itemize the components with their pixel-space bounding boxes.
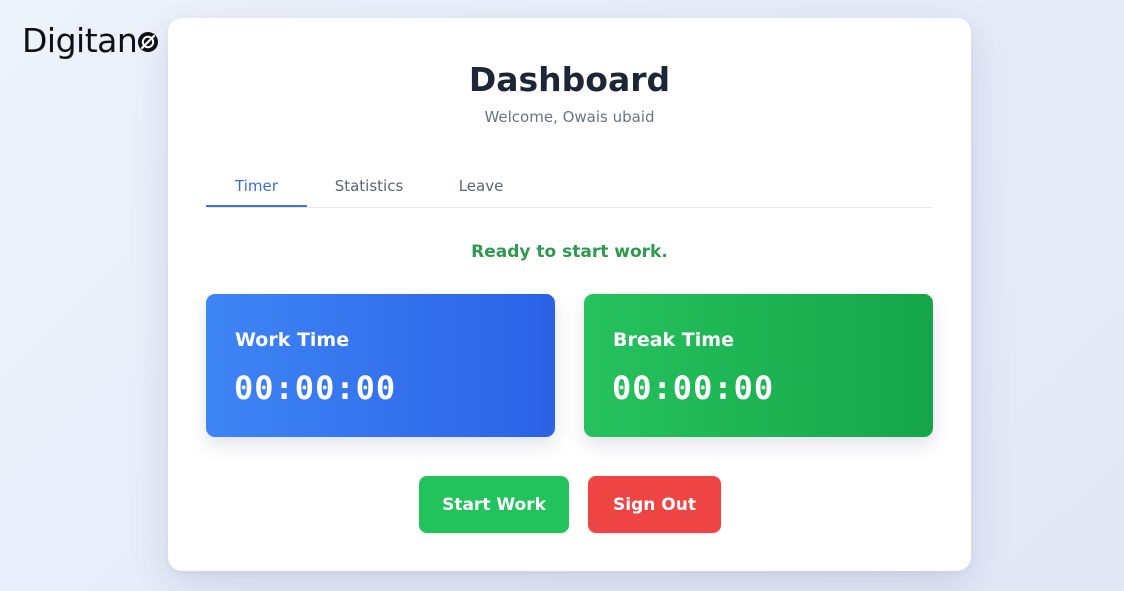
brand-logo: Digitan xyxy=(22,18,159,62)
page-title: Dashboard xyxy=(468,60,671,99)
tab-leave[interactable]: Leave xyxy=(431,166,531,206)
status-message: Ready to start work. xyxy=(471,242,668,262)
break-time-label: Break Time xyxy=(613,329,734,351)
work-time-value: 00:00:00 xyxy=(234,369,397,407)
dashboard-card: Dashboard Welcome, Owais ubaid Timer Sta… xyxy=(168,18,971,571)
welcome-text: Welcome, Owais ubaid xyxy=(484,108,655,126)
power-o-icon xyxy=(138,32,159,52)
work-time-label: Work Time xyxy=(235,329,350,351)
tab-timer[interactable]: Timer xyxy=(206,166,307,207)
tab-bar: Timer Statistics Leave xyxy=(206,166,932,208)
work-time-card: Work Time 00:00:00 xyxy=(206,294,555,437)
start-work-button[interactable]: Start Work xyxy=(419,476,569,533)
sign-out-button[interactable]: Sign Out xyxy=(588,476,721,533)
break-time-card: Break Time 00:00:00 xyxy=(584,294,933,437)
tab-statistics[interactable]: Statistics xyxy=(307,166,431,206)
brand-name: Digitan xyxy=(22,20,138,60)
break-time-value: 00:00:00 xyxy=(612,369,775,407)
